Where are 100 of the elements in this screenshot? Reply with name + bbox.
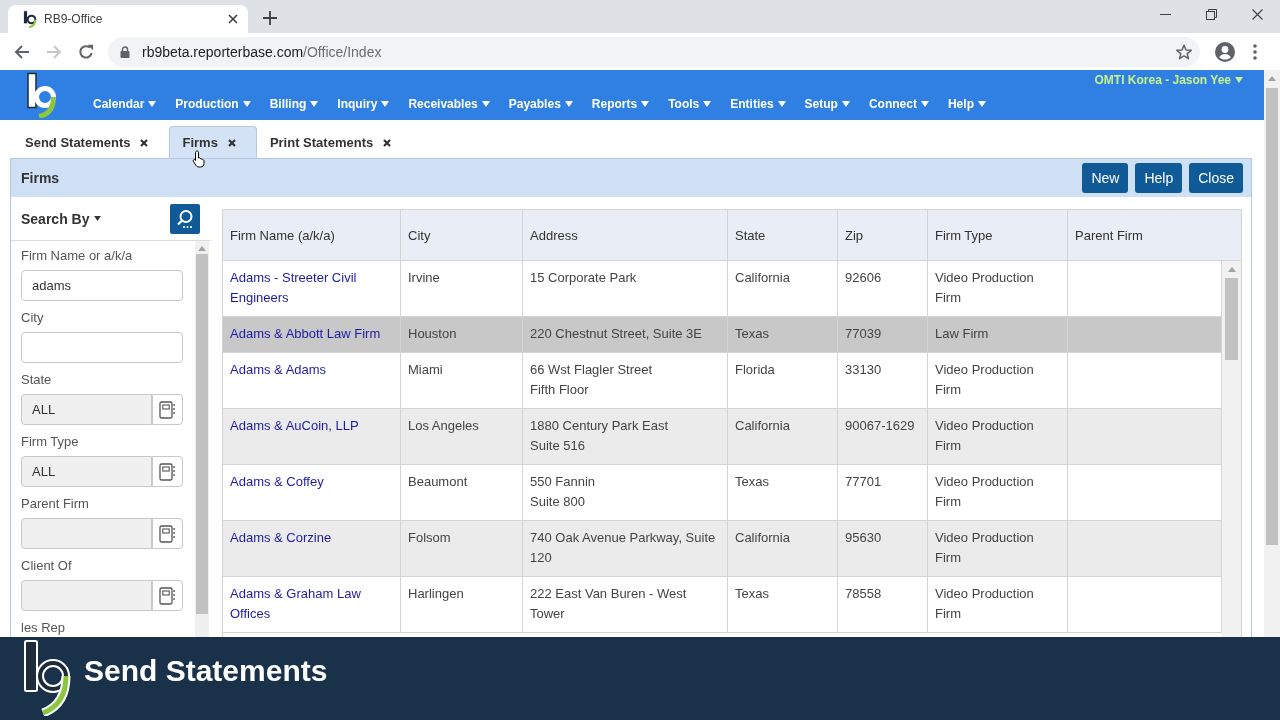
new-tab-icon[interactable]	[263, 10, 277, 25]
firm-link[interactable]: Adams - Streeter Civil Engineers	[230, 268, 393, 308]
caret-icon	[242, 101, 251, 107]
minimize-icon[interactable]	[1159, 14, 1171, 15]
table-cell: Video Production Firm	[928, 577, 1068, 632]
caret-icon	[481, 101, 490, 107]
lookup-button[interactable]	[152, 394, 183, 425]
back-icon[interactable]	[14, 43, 30, 60]
input-field[interactable]	[21, 332, 183, 363]
menu-item[interactable]: Inquiry	[337, 96, 390, 112]
lock-icon	[120, 45, 130, 58]
table-cell: Irvine	[401, 261, 523, 316]
caret-icon	[1235, 77, 1243, 83]
caret-icon	[920, 101, 929, 107]
caret-icon	[381, 101, 390, 107]
close-icon[interactable]	[140, 138, 149, 147]
menu-item[interactable]: Connect	[868, 96, 929, 112]
table-row[interactable]: Adams & Abbott Law Firm Houston 220 Chestnut Street, Suite 3E Texas 77039 Law Firm	[223, 317, 1222, 353]
menu-item[interactable]: Calendar	[93, 96, 157, 112]
scrollbar[interactable]	[1264, 70, 1280, 637]
close-icon[interactable]	[227, 138, 236, 147]
column-header: Zip	[838, 210, 928, 260]
panel-button[interactable]: Help	[1135, 163, 1183, 193]
menu-item[interactable]: Receivables	[408, 96, 490, 112]
table-row[interactable]: Adams & AuCoin, LLP Los Angeles 1880 Century Park East Suite 516 California 90067-1629 Video Production Firm	[223, 409, 1222, 465]
search-button[interactable]	[170, 203, 200, 234]
menu-item[interactable]: Tools	[668, 96, 712, 112]
notebook-icon	[159, 586, 176, 605]
select-field[interactable]: ALL	[21, 394, 152, 425]
panel-button[interactable]: Close	[1189, 163, 1243, 193]
lookup-button[interactable]	[152, 518, 183, 549]
menu-item[interactable]: Reports	[591, 96, 650, 112]
caret-icon	[703, 101, 712, 107]
caret-icon	[564, 101, 573, 107]
column-header: Parent Firm	[1074, 226, 1144, 245]
select-field[interactable]	[21, 580, 152, 611]
select-field[interactable]: ALL	[21, 456, 152, 487]
firm-link[interactable]: Adams & Corzine	[230, 528, 393, 548]
browser-tab[interactable]: RB9-Office	[8, 5, 248, 33]
logo-icon	[22, 10, 38, 28]
table-cell: California	[728, 409, 838, 464]
firm-link[interactable]: Adams & Abbott Law Firm	[230, 324, 393, 344]
account-icon[interactable]	[1215, 41, 1235, 62]
menu-item[interactable]: Payables	[508, 96, 573, 112]
table-cell: California	[728, 521, 838, 576]
menu-item[interactable]: Entities	[730, 96, 786, 112]
input-field[interactable]: adams	[21, 270, 183, 301]
table-row[interactable]: Adams - Streeter Civil Engineers Irvine 15 Corporate Park California 92606 Video Production Firm	[223, 261, 1222, 317]
select-field[interactable]	[21, 518, 152, 549]
scrollbar-thumb[interactable]	[1266, 88, 1278, 545]
scrollbar[interactable]	[1222, 261, 1241, 637]
tab[interactable]: Send Statements	[12, 126, 170, 158]
menu-item[interactable]: Production	[175, 96, 251, 112]
close-icon[interactable]	[383, 138, 392, 147]
table-row[interactable]: Adams & Corzine Folsom 740 Oak Avenue Parkway, Suite 120 California 95630 Video Production Firm	[223, 521, 1222, 577]
table-cell: Folsom	[401, 521, 523, 576]
search-icon	[175, 208, 195, 229]
star-icon[interactable]	[1176, 43, 1192, 60]
table-cell: 90067-1629	[838, 409, 928, 464]
table-row[interactable]: Adams & Coffey Beaumont 550 Fannin Suite 800 Texas 77701 Video Production Firm	[223, 465, 1222, 521]
table-row[interactable]: Adams & Graham Law Offices Harlingen 222 East Van Buren - West Tower Texas 78558 Video Production Firm	[223, 577, 1222, 633]
table-cell: Video Production Firm	[928, 353, 1068, 408]
menu-icon[interactable]	[1253, 43, 1257, 60]
table-row[interactable]: Adams & Adams Miami 66 Wst Flagler Street Fifth Floor Florida 33130 Video Production Firm	[223, 353, 1222, 409]
scroll-up-icon[interactable]	[198, 246, 206, 251]
search-by-dropdown[interactable]: Search By	[21, 210, 102, 227]
address-bar[interactable]: rb9beta.reporterbase.com/Office/Index	[108, 36, 1200, 67]
column-header: Address	[523, 210, 728, 260]
menu-item[interactable]: Help	[947, 96, 986, 112]
table-cell: 222 East Van Buren - West Tower	[523, 577, 728, 632]
table-cell: 15 Corporate Park	[523, 261, 728, 316]
table-cell: California	[728, 261, 838, 316]
reload-icon[interactable]	[78, 43, 94, 60]
table-cell: Video Production Firm	[928, 409, 1068, 464]
field-label: Firm Type	[21, 434, 79, 450]
caret-icon	[641, 101, 650, 107]
close-icon[interactable]	[228, 14, 238, 24]
scrollbar-thumb[interactable]	[1225, 278, 1238, 360]
tab[interactable]: Firms	[169, 126, 257, 158]
lookup-button[interactable]	[152, 456, 183, 487]
close-icon[interactable]	[1251, 9, 1263, 20]
scrollbar-thumb[interactable]	[196, 254, 208, 614]
firm-link[interactable]: Adams & Graham Law Offices	[230, 584, 393, 624]
panel-title: Firms	[21, 170, 60, 186]
lookup-button[interactable]	[152, 580, 183, 611]
table-cell: 78558	[838, 577, 928, 632]
logo-icon	[25, 72, 59, 118]
menu-item[interactable]: Billing	[269, 96, 319, 112]
menu-item[interactable]: Setup	[804, 96, 850, 112]
scroll-up-icon[interactable]	[1268, 76, 1276, 81]
tab[interactable]: Print Statements	[256, 126, 413, 158]
column-header: City	[401, 210, 523, 260]
panel-button[interactable]: New	[1082, 163, 1129, 193]
firm-link[interactable]: Adams & Coffey	[230, 472, 393, 492]
firm-link[interactable]: Adams & AuCoin, LLP	[230, 416, 393, 436]
column-header: Firm Name (a/k/a)	[223, 210, 401, 260]
restore-icon[interactable]	[1205, 9, 1217, 20]
scrollbar[interactable]	[195, 241, 209, 637]
firm-link[interactable]: Adams & Adams	[230, 360, 393, 380]
scroll-up-icon[interactable]	[1227, 267, 1236, 272]
